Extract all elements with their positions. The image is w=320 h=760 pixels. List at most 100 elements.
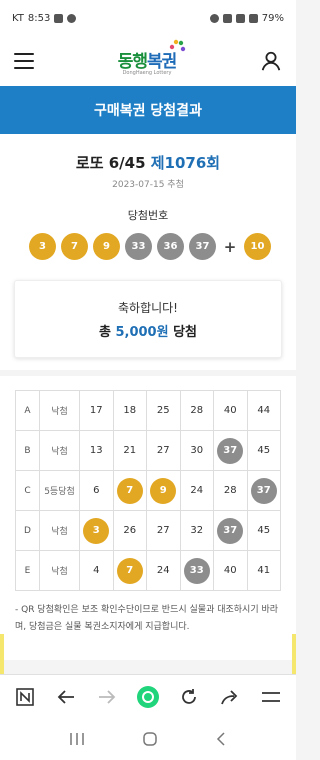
n-tab-icon[interactable]: [11, 683, 39, 711]
mute-icon: [222, 13, 232, 23]
game-name: 로또 6/45: [75, 154, 146, 172]
ticket-number-cell: 45: [246, 510, 281, 551]
winning-ball: 7: [61, 233, 88, 260]
table-row: E 낙첨 4 7 24 33 40 41: [15, 550, 281, 591]
carrier-label: KT: [12, 12, 24, 24]
winning-numbers-label: 당첨번호: [127, 209, 169, 222]
row-result: 낙첨: [39, 430, 80, 471]
ticket-number-cell: 32: [179, 510, 214, 551]
ticket-number-cell: 37: [213, 430, 248, 471]
winning-numbers: 3 7 9 33 36 37 + 10: [29, 233, 271, 260]
logo-subtitle: DongHaeng Lottery: [122, 69, 172, 76]
logo-blue: 복권: [147, 51, 177, 72]
ticket-number-cell: 30: [179, 430, 214, 471]
alarm-icon: [209, 13, 219, 23]
winning-ball: 36: [157, 233, 184, 260]
home-button-icon[interactable]: [142, 731, 158, 747]
menu-icon[interactable]: [257, 683, 285, 711]
ticket-number: 28: [190, 405, 204, 416]
user-account-icon[interactable]: [260, 50, 282, 72]
row-result: 낙첨: [39, 390, 80, 431]
ticket-number: 45: [257, 525, 271, 536]
winning-ball: 9: [93, 233, 120, 260]
signal-icon: [248, 13, 258, 23]
menu-hamburger-icon[interactable]: [14, 53, 34, 69]
ticket-number: 4: [93, 565, 100, 576]
draw-round: 제1076회: [150, 154, 221, 172]
ticket-number: 13: [89, 445, 103, 456]
table-row: D 낙첨 3 26 27 32 37 45: [15, 510, 281, 551]
page-title-bar: 구매복권 당첨결과: [0, 86, 296, 134]
forward-arrow-icon[interactable]: [93, 683, 121, 711]
refresh-icon[interactable]: [175, 683, 203, 711]
row-label: E: [15, 550, 40, 591]
share-icon[interactable]: [216, 683, 244, 711]
ticket-number-cell: 45: [246, 430, 281, 471]
ticket-number-cell: 17: [79, 390, 114, 431]
ticket-number-cell: 37: [246, 470, 281, 511]
row-label: B: [15, 430, 40, 471]
ticket-number: 41: [257, 565, 271, 576]
logo-main: 동행: [117, 51, 148, 72]
ticket-number-cell: 18: [112, 390, 147, 431]
battery-level: 79%: [261, 12, 284, 24]
ticket-number-cell: 27: [146, 510, 181, 551]
page-title: 구매복권 당첨결과: [94, 103, 202, 119]
home-dot-icon[interactable]: [134, 683, 162, 711]
ticket-number: 32: [190, 525, 204, 536]
ticket-number-cell: 33: [179, 550, 214, 591]
back-arrow-icon[interactable]: [52, 683, 80, 711]
ticket-number: 30: [190, 445, 204, 456]
ticket-number: 27: [156, 525, 170, 536]
bonus-ball: 10: [244, 233, 271, 260]
matched-number-ball: 7: [116, 477, 143, 504]
app-header: 동행복권 DongHaeng Lottery: [0, 36, 296, 86]
browser-toolbar: [0, 674, 296, 718]
ticket-number: 44: [257, 405, 271, 416]
ticket-number: 26: [123, 525, 137, 536]
system-nav-bar: [0, 718, 296, 760]
ticket-table: A 낙첨 17 18 25 28 40 44 B 낙첨 13 21 27 30 37 45 C 5등당첨 6 7 9 24…: [15, 390, 281, 591]
matched-number-ball: 33: [183, 557, 210, 584]
ticket-number-cell: 40: [213, 390, 248, 431]
prize-total: 총 5,000원 당첨: [15, 321, 281, 340]
row-label: A: [15, 390, 40, 431]
ticket-number: 28: [223, 485, 237, 496]
ticket-number-cell: 28: [179, 390, 214, 431]
draw-title: 로또 6/45 제1076회: [0, 152, 296, 173]
ticket-number-cell: 24: [146, 550, 181, 591]
ticket-number-cell: 21: [112, 430, 147, 471]
draw-date: 2023-07-15 추첨: [112, 180, 184, 190]
recent-apps-icon[interactable]: [69, 732, 85, 746]
ticket-panel: A 낙첨 17 18 25 28 40 44 B 낙첨 13 21 27 30 37 45 C 5등당첨 6 7 9 24…: [0, 376, 296, 660]
row-label: D: [15, 510, 40, 551]
system-back-icon[interactable]: [215, 731, 227, 747]
ticket-number-cell: 7: [112, 550, 147, 591]
ticket-number: 25: [156, 405, 170, 416]
ticket-number-cell: 37: [213, 510, 248, 551]
cloud-icon: [67, 13, 77, 23]
prize-prefix: 총: [98, 325, 111, 340]
ticket-number: 27: [156, 445, 170, 456]
winning-ball: 37: [189, 233, 216, 260]
ticket-number-cell: 25: [146, 390, 181, 431]
matched-number-ball: 9: [150, 477, 177, 504]
matched-number-ball: 3: [83, 517, 110, 544]
app-notification-icon: [54, 13, 64, 23]
ticket-number: 45: [257, 445, 271, 456]
ticket-number: 24: [156, 565, 170, 576]
ticket-number-cell: 28: [213, 470, 248, 511]
matched-number-ball: 37: [250, 477, 277, 504]
ticket-number-cell: 24: [179, 470, 214, 511]
congrats-message: 축하합니다!: [117, 301, 178, 315]
ticket-number: 6: [93, 485, 100, 496]
prize-summary-card: 축하합니다! 총 5,000원 당첨: [14, 280, 282, 358]
ticket-number-cell: 40: [213, 550, 248, 591]
winning-ball: 3: [29, 233, 56, 260]
matched-number-ball: 37: [217, 517, 244, 544]
winning-ball: 33: [125, 233, 152, 260]
prize-suffix: 당첨: [173, 325, 198, 340]
ticket-number-cell: 41: [246, 550, 281, 591]
ticket-number: 17: [89, 405, 103, 416]
row-result: 낙첨: [39, 550, 80, 591]
